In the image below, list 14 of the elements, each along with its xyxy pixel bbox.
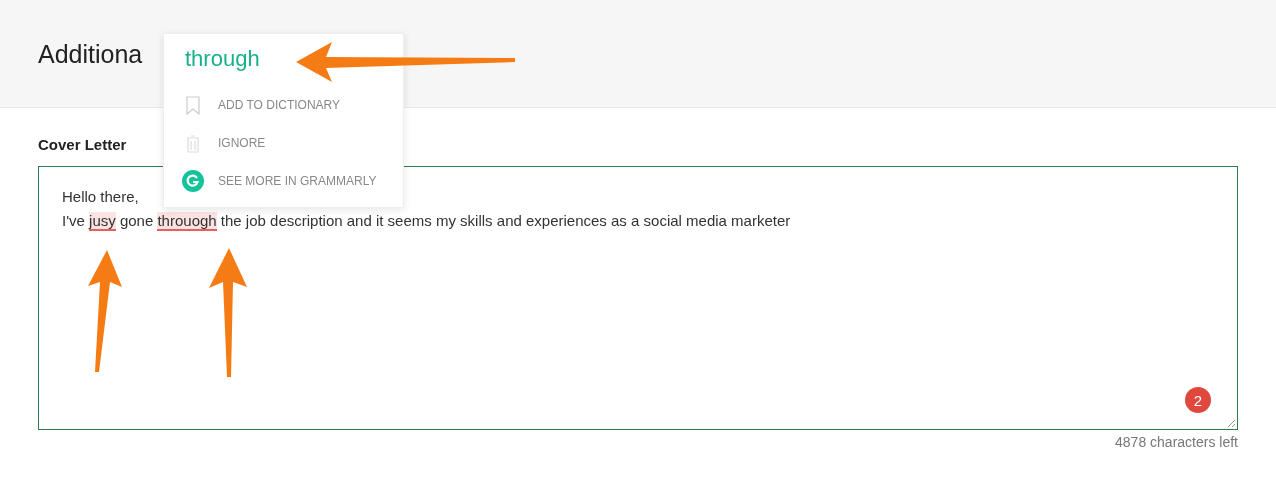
- grammarly-logo-icon: [182, 170, 204, 192]
- bookmark-icon: [186, 95, 200, 115]
- menu-item[interactable]: SEE MORE IN GRAMMARLY: [218, 174, 377, 188]
- field-label: Cover Letter: [38, 136, 127, 153]
- characters-left-counter: 4878 characters left: [1115, 434, 1238, 450]
- issue-count-badge[interactable]: 2: [1185, 387, 1211, 413]
- text-line: I've jusy gone throuogh the job description and it seems my skills and experiences as a social media marketer: [62, 211, 791, 233]
- menu-item[interactable]: ADD TO DICTIONARY: [218, 98, 341, 112]
- suggestion-item[interactable]: through: [185, 46, 260, 72]
- resize-handle-icon[interactable]: [1227, 419, 1236, 428]
- text-line: Hello there,: [62, 187, 139, 207]
- menu-item[interactable]: IGNORE: [218, 136, 266, 150]
- section-title: Additiona: [38, 40, 143, 69]
- trash-icon: [186, 133, 200, 153]
